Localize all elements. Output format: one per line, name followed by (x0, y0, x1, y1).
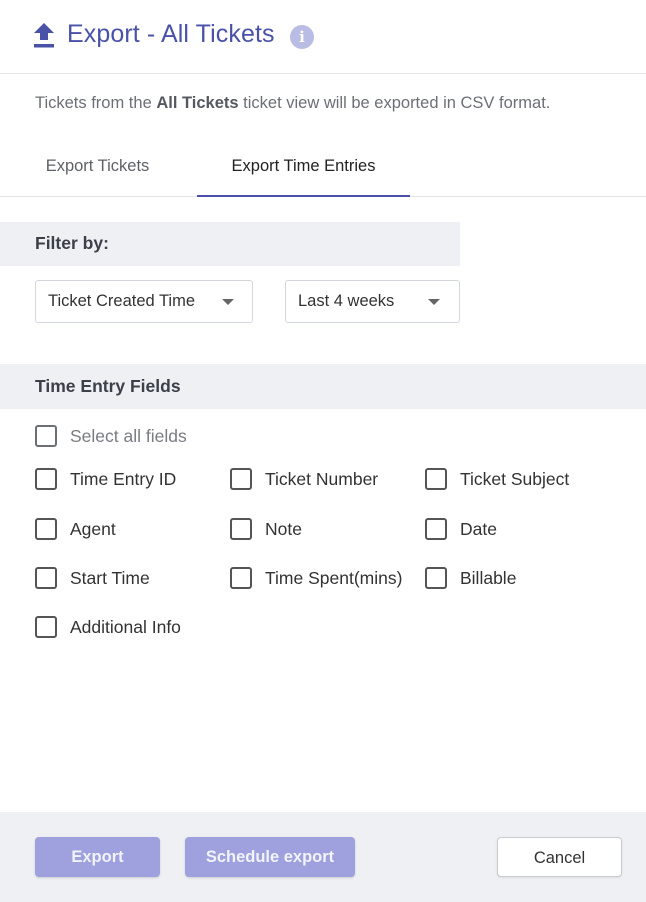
filter-label: Filter by: (35, 233, 109, 253)
date-range-select[interactable]: Last 4 weeks (285, 280, 460, 323)
checkbox-label: Ticket Number (265, 468, 379, 489)
schedule-export-button[interactable]: Schedule export (185, 837, 355, 877)
checkbox-label: Additional Info (70, 616, 181, 637)
dialog-header: Export - All Tickets i (0, 0, 646, 74)
dialog-title: Export - All Tickets (67, 20, 275, 48)
ticket-view-name: All Tickets (156, 94, 239, 112)
field-checkbox-agent[interactable]: Agent (35, 518, 116, 540)
checkbox-box[interactable] (425, 567, 447, 589)
export-button[interactable]: Export (35, 837, 160, 877)
filter-section-header: Filter by: (0, 222, 460, 266)
checkbox-label: Start Time (70, 567, 150, 588)
checkbox-label: Note (265, 518, 302, 539)
checkbox-label: Time Spent(mins) (265, 567, 403, 588)
filter-field-select[interactable]: Ticket Created Time (35, 280, 253, 323)
checkbox-label: Time Entry ID (70, 468, 177, 489)
tab-export-time-entries[interactable]: Export Time Entries (197, 140, 410, 197)
chevron-down-icon (222, 299, 234, 305)
info-icon[interactable]: i (290, 25, 314, 49)
field-checkbox-billable[interactable]: Billable (425, 567, 516, 589)
checkbox-box[interactable] (35, 616, 57, 638)
checkbox-box[interactable] (230, 518, 252, 540)
checkbox-box[interactable] (425, 468, 447, 490)
field-checkbox-start-time[interactable]: Start Time (35, 567, 150, 589)
upload-icon (34, 23, 54, 48)
date-range-value: Last 4 weeks (298, 292, 395, 310)
description-suffix: ticket view will be exported in CSV form… (238, 94, 551, 112)
filter-field-value: Ticket Created Time (48, 292, 196, 310)
checkbox-box[interactable] (35, 425, 57, 447)
fields-section-header: Time Entry Fields (0, 364, 646, 409)
field-checkbox-date[interactable]: Date (425, 518, 497, 540)
export-tabs: Export Tickets Export Time Entries (0, 140, 646, 197)
field-checkbox-ticket-number[interactable]: Ticket Number (230, 468, 378, 490)
checkbox-label: Agent (70, 518, 116, 539)
checkbox-box[interactable] (230, 567, 252, 589)
field-checkbox-note[interactable]: Note (230, 518, 302, 540)
export-description: Tickets from the All Tickets ticket view… (35, 94, 550, 113)
field-checkbox-additional-info[interactable]: Additional Info (35, 616, 181, 638)
field-checkbox-ticket-subject[interactable]: Ticket Subject (425, 468, 569, 490)
checkbox-label: Ticket Subject (460, 468, 570, 489)
select-all-checkbox[interactable]: Select all fields (35, 425, 187, 447)
fields-label: Time Entry Fields (35, 376, 181, 396)
tab-export-tickets[interactable]: Export Tickets (20, 140, 175, 196)
field-checkbox-time-entry-id[interactable]: Time Entry ID (35, 468, 176, 490)
checkbox-box[interactable] (35, 518, 57, 540)
checkbox-label: Date (460, 518, 497, 539)
checkbox-label: Select all fields (70, 425, 187, 446)
checkbox-label: Billable (460, 567, 517, 588)
description-prefix: Tickets from the (35, 94, 157, 112)
checkbox-box[interactable] (230, 468, 252, 490)
chevron-down-icon (428, 299, 440, 305)
dialog-footer: Export Schedule export Cancel (0, 812, 646, 902)
cancel-button[interactable]: Cancel (497, 837, 622, 877)
checkbox-box[interactable] (35, 468, 57, 490)
checkbox-box[interactable] (425, 518, 447, 540)
checkbox-box[interactable] (35, 567, 57, 589)
field-checkbox-time-spent[interactable]: Time Spent(mins) (230, 567, 402, 589)
